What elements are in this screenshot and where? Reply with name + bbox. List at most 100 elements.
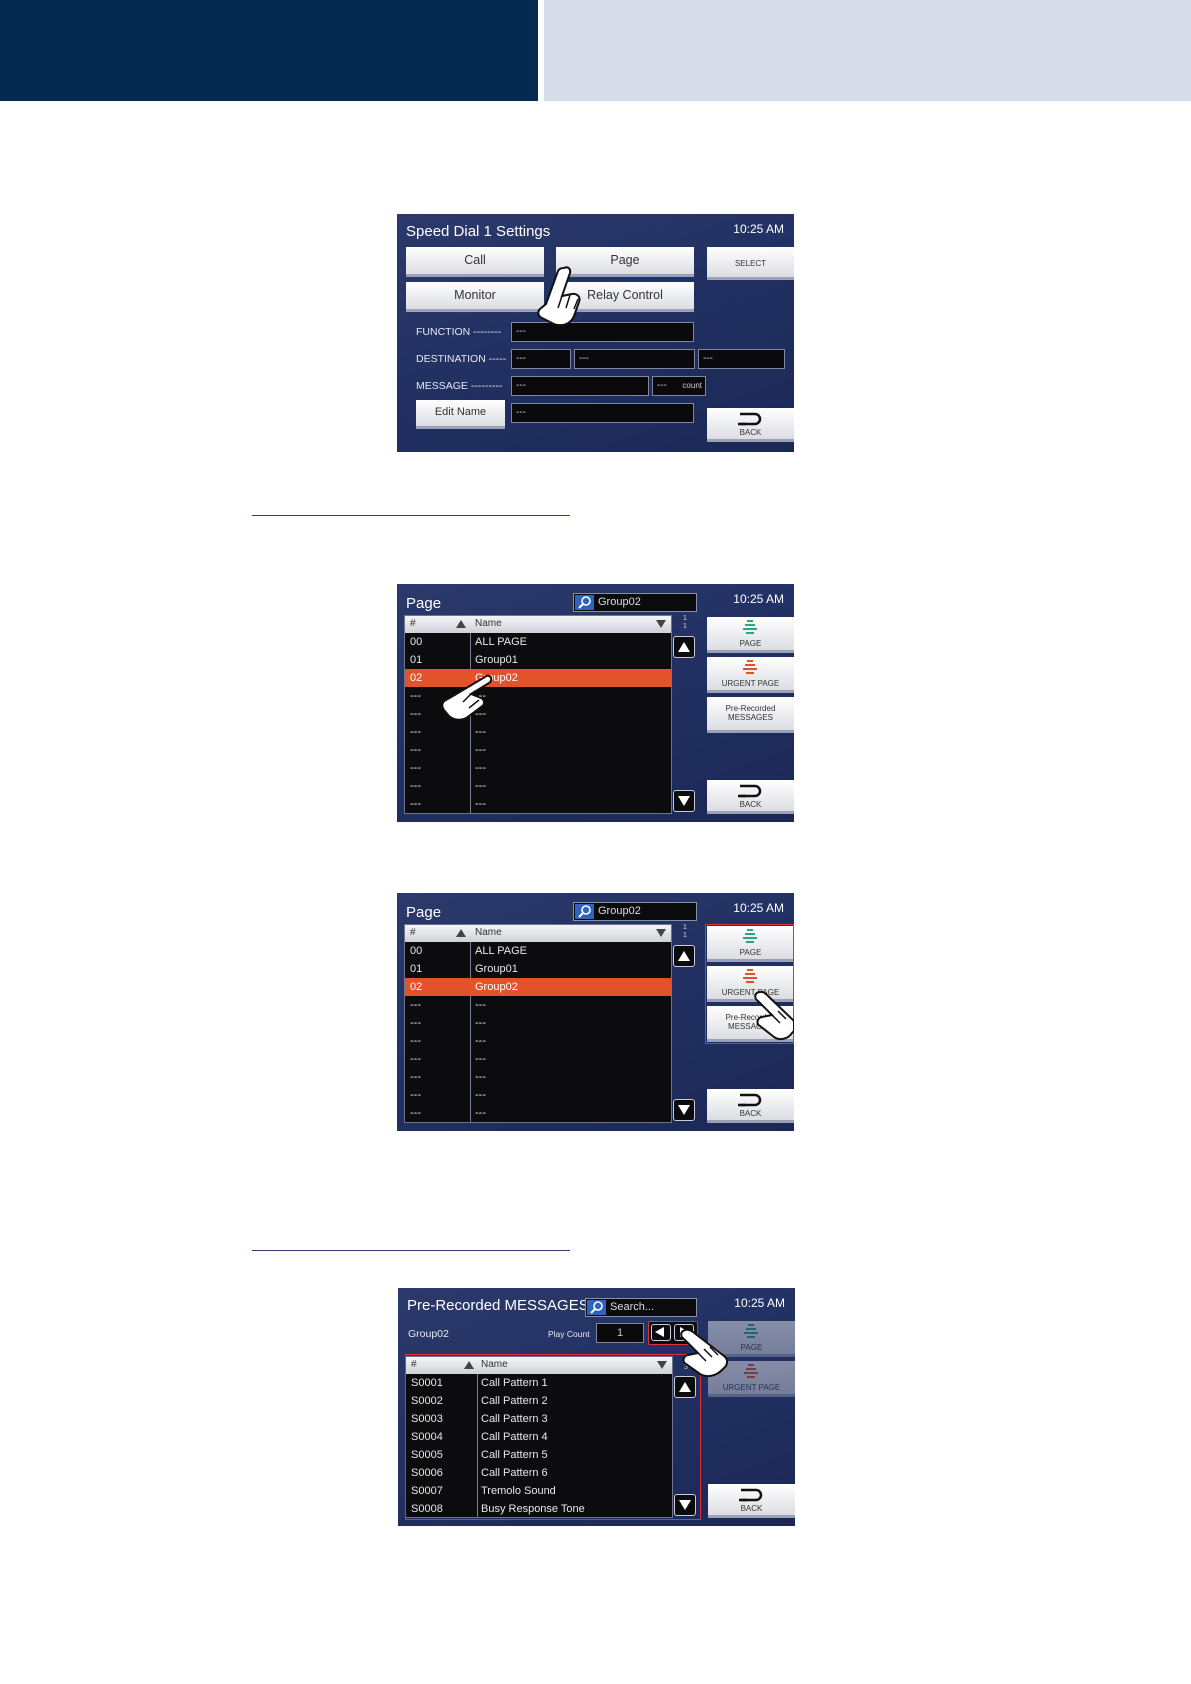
row-num: S0006 (411, 1467, 443, 1479)
monitor-button[interactable]: Monitor (406, 282, 544, 312)
scroll-down-button[interactable] (673, 1099, 695, 1121)
table-row[interactable]: S0007 Tremolo Sound (406, 1482, 672, 1500)
row-num: S0004 (411, 1431, 443, 1443)
row-num: --- (410, 780, 421, 792)
scroll-up-button[interactable] (674, 1376, 696, 1398)
row-name: --- (475, 726, 486, 738)
urgent-speaker-icon (743, 969, 757, 983)
row-name: Group01 (475, 654, 518, 666)
column-num-header[interactable]: # (411, 1359, 417, 1370)
select-button[interactable]: SELECT (707, 247, 794, 280)
page-button[interactable]: Page (556, 247, 694, 277)
column-num-header[interactable]: # (410, 927, 416, 938)
table-row[interactable]: S0006 Call Pattern 6 (406, 1464, 672, 1482)
search-text: Group02 (598, 905, 641, 917)
destination-label: DESTINATION ----- (416, 353, 507, 365)
back-label: BACK (739, 1109, 762, 1118)
column-name-header[interactable]: Name (475, 927, 502, 938)
row-num: S0008 (411, 1503, 443, 1515)
row-num: S0005 (411, 1449, 443, 1461)
scroll-up-button[interactable] (673, 945, 695, 967)
back-arrow-icon (738, 1093, 762, 1107)
scroll-up-button[interactable] (673, 636, 695, 658)
table-row[interactable]: --- --- (405, 1104, 671, 1122)
page-button[interactable]: PAGE (707, 617, 794, 653)
row-num: --- (410, 762, 421, 774)
table-row[interactable]: --- --- (405, 759, 671, 777)
table-row[interactable]: S0008 Busy Response Tone (406, 1500, 672, 1517)
sort-descending-icon[interactable] (656, 929, 666, 937)
table-row[interactable]: S0002 Call Pattern 2 (406, 1392, 672, 1410)
table-row[interactable]: --- --- (405, 1014, 671, 1032)
call-button[interactable]: Call (406, 247, 544, 277)
table-row[interactable]: 00 ALL PAGE (405, 942, 671, 960)
column-name-header[interactable]: Name (481, 1359, 508, 1370)
search-field[interactable]: Search... (585, 1298, 697, 1317)
table-row[interactable]: S0001 Call Pattern 1 (406, 1374, 672, 1392)
table-row[interactable]: 00 ALL PAGE (405, 633, 671, 651)
edit-name-button[interactable]: Edit Name (416, 400, 505, 429)
scroll-down-button[interactable] (673, 790, 695, 812)
column-name-header[interactable]: Name (475, 618, 502, 629)
play-count-field[interactable]: 1 (596, 1323, 644, 1343)
table-row[interactable]: --- --- (405, 741, 671, 759)
back-button[interactable]: BACK (707, 780, 794, 814)
row-name: --- (475, 1071, 486, 1083)
page-speaker-icon (744, 1324, 758, 1338)
pre-recorded-line2: MESSAGES (728, 713, 773, 722)
column-num-header[interactable]: # (410, 618, 416, 629)
arrow-left-icon (655, 1327, 664, 1337)
table-row[interactable]: --- --- (405, 687, 671, 705)
decrement-button[interactable] (651, 1324, 671, 1341)
pre-recorded-messages-button[interactable]: Pre-Recorded MESSAGES (707, 697, 794, 733)
scroll-down-button[interactable] (674, 1494, 696, 1516)
table-row-selected[interactable]: 02 Group02 (405, 978, 671, 996)
row-num: 02 (410, 981, 423, 993)
table-row[interactable]: 01 Group01 (405, 651, 671, 669)
back-label: BACK (739, 800, 762, 809)
table-row[interactable]: --- --- (405, 777, 671, 795)
sort-ascending-icon[interactable] (464, 1361, 474, 1369)
page-button[interactable]: PAGE (708, 1321, 795, 1357)
pre-recorded-messages-button[interactable]: Pre-Recorded MESSAGES (707, 1006, 794, 1042)
table-row[interactable]: --- --- (405, 1068, 671, 1086)
back-button[interactable]: BACK (707, 1089, 794, 1123)
page-button[interactable]: PAGE (707, 926, 794, 962)
search-icon (587, 1300, 606, 1315)
table-row[interactable]: --- --- (405, 1086, 671, 1104)
header-band-light (544, 0, 1191, 101)
clock: 10:25 AM (733, 901, 784, 915)
sort-descending-icon[interactable] (657, 1361, 667, 1369)
search-icon (575, 595, 594, 610)
urgent-page-button[interactable]: URGENT PAGE (708, 1361, 795, 1397)
search-field[interactable]: Group02 (573, 593, 697, 612)
row-name: --- (475, 708, 486, 720)
table-row[interactable]: S0004 Call Pattern 4 (406, 1428, 672, 1446)
sort-descending-icon[interactable] (656, 620, 666, 628)
table-row[interactable]: S0003 Call Pattern 3 (406, 1410, 672, 1428)
increment-button[interactable] (674, 1324, 694, 1341)
table-row[interactable]: 01 Group01 (405, 960, 671, 978)
play-count-label: Play Count (548, 1329, 590, 1339)
back-button[interactable]: BACK (707, 408, 794, 442)
table-row[interactable]: --- --- (405, 996, 671, 1014)
urgent-page-label: URGENT PAGE (722, 1383, 781, 1392)
table-row[interactable]: --- --- (405, 1050, 671, 1068)
urgent-page-button[interactable]: URGENT PAGE (707, 966, 794, 1002)
sort-ascending-icon[interactable] (456, 929, 466, 937)
urgent-page-button[interactable]: URGENT PAGE (707, 657, 794, 693)
function-label: FUNCTION -------- (416, 326, 502, 338)
table-row[interactable]: --- --- (405, 723, 671, 741)
row-name: --- (475, 1035, 486, 1047)
table-row[interactable]: --- --- (405, 795, 671, 813)
name-field: --- (511, 403, 694, 423)
row-num: S0001 (411, 1377, 443, 1389)
relay-control-button[interactable]: Relay Control (556, 282, 694, 312)
table-row[interactable]: --- --- (405, 705, 671, 723)
search-field[interactable]: Group02 (573, 902, 697, 921)
table-row-selected[interactable]: 02 Group02 (405, 669, 671, 687)
back-button[interactable]: BACK (708, 1484, 795, 1518)
sort-ascending-icon[interactable] (456, 620, 466, 628)
table-row[interactable]: --- --- (405, 1032, 671, 1050)
table-row[interactable]: S0005 Call Pattern 5 (406, 1446, 672, 1464)
